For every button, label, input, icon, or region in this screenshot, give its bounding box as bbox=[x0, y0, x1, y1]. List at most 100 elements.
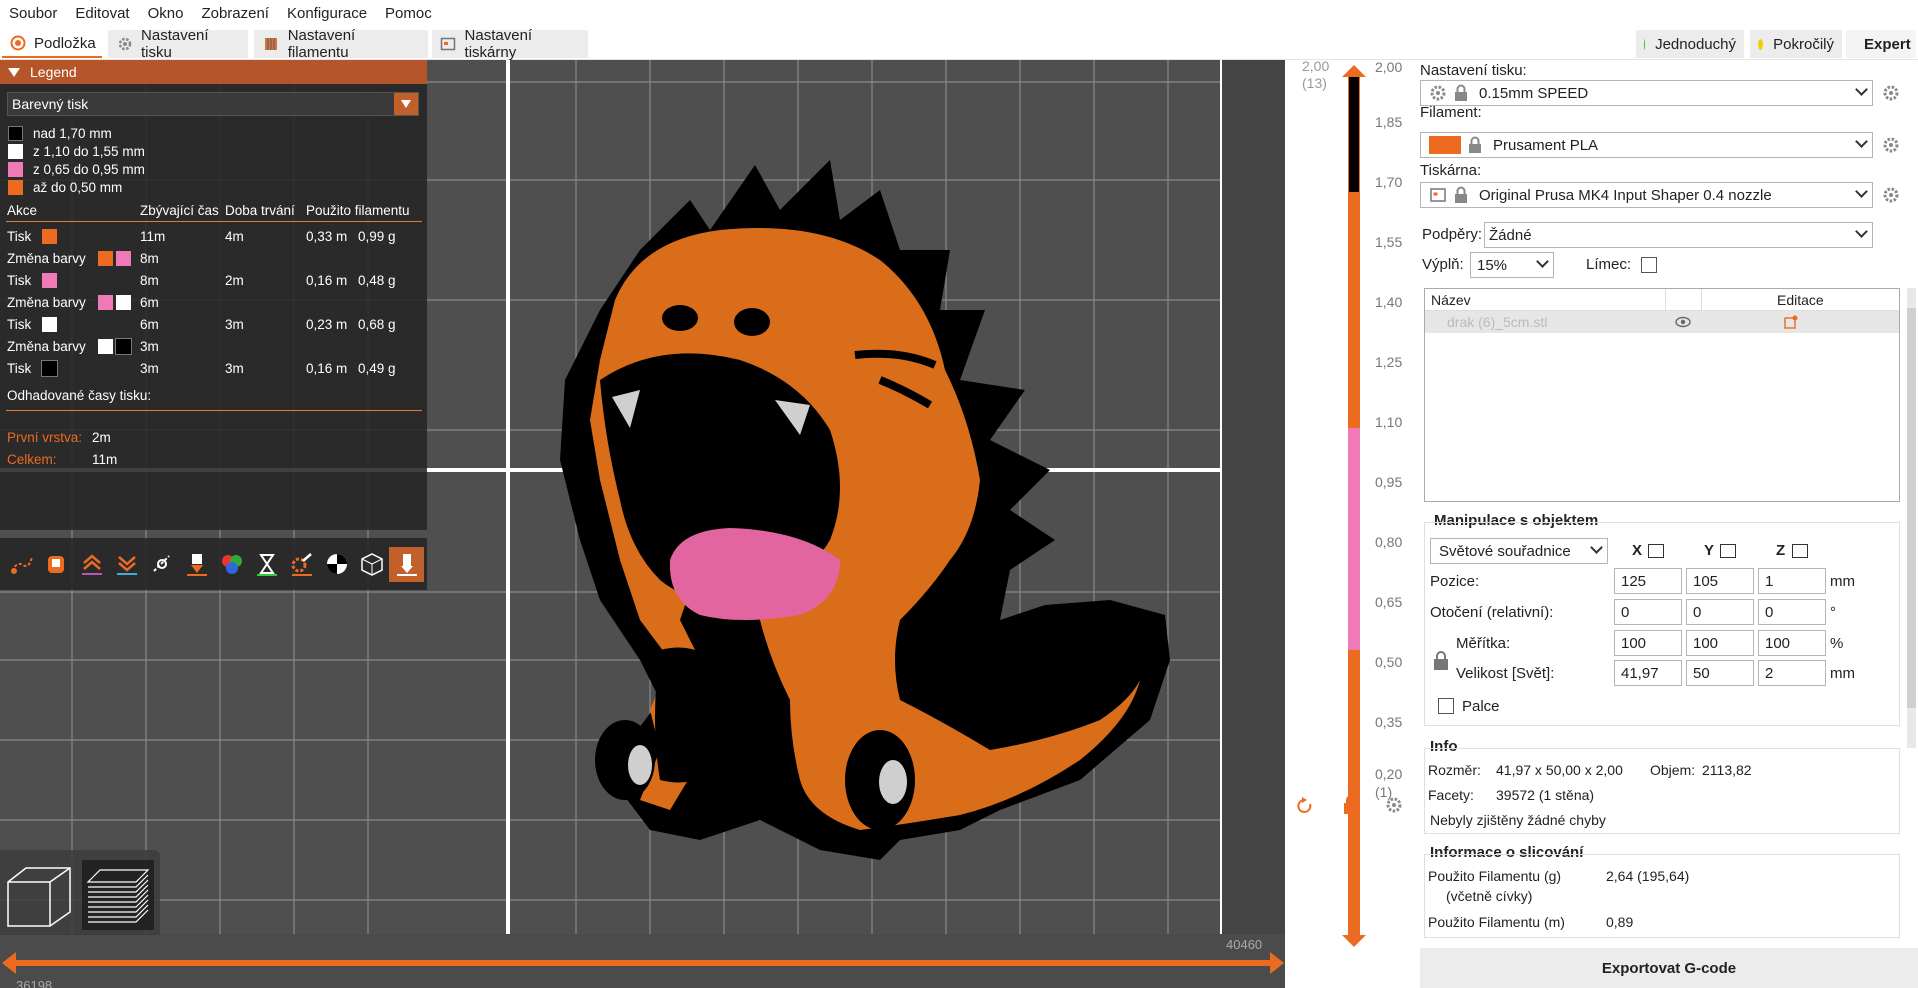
scale-x-input[interactable]: 100 bbox=[1614, 630, 1682, 656]
size-x-input[interactable]: 41,97 bbox=[1614, 660, 1682, 686]
custom-gcodes-icon[interactable] bbox=[284, 547, 319, 582]
drop-to-bed-icon[interactable] bbox=[1792, 544, 1808, 558]
height-tick: 1,25 bbox=[1375, 354, 1403, 370]
object-name: drak (6)_5cm.stl bbox=[1447, 314, 1548, 330]
move-end-value: 40460 bbox=[1226, 937, 1263, 952]
pause-prints-icon[interactable] bbox=[249, 547, 284, 582]
sidebar-scrollbar[interactable] bbox=[1907, 288, 1916, 748]
slider-thumb-left[interactable] bbox=[2, 952, 16, 974]
eye-icon[interactable] bbox=[1675, 315, 1691, 329]
supports-select[interactable]: Žádné bbox=[1484, 222, 1873, 248]
wipe-icon[interactable] bbox=[39, 547, 74, 582]
menu-editovat[interactable]: Editovat bbox=[66, 0, 138, 28]
filament-edit-icon[interactable] bbox=[1882, 136, 1900, 154]
deretractions-icon[interactable] bbox=[109, 547, 144, 582]
scale-y-input[interactable]: 100 bbox=[1686, 630, 1754, 656]
view-type-value: Barevný tisk bbox=[12, 96, 89, 112]
brim-checkbox[interactable] bbox=[1641, 257, 1657, 273]
color-changes-icon[interactable] bbox=[214, 547, 249, 582]
3d-view[interactable]: Legend Barevný tisk nad 1,70 mm z 1,10 d… bbox=[0, 60, 1420, 988]
position-y-input[interactable]: 105 bbox=[1686, 568, 1754, 594]
printer-icon bbox=[440, 35, 457, 53]
seams-icon[interactable] bbox=[144, 547, 179, 582]
row-remaining: 3m bbox=[140, 339, 159, 354]
shells-icon[interactable] bbox=[354, 547, 389, 582]
cog-icon[interactable] bbox=[1385, 796, 1403, 814]
lower-thumb-icon[interactable] bbox=[1341, 934, 1367, 948]
tab-label: Nastavení tiskárny bbox=[464, 27, 533, 61]
view-mode-switcher bbox=[0, 850, 160, 935]
edit-object-icon[interactable] bbox=[1783, 314, 1799, 330]
position-label: Pozice: bbox=[1430, 573, 1480, 590]
object-row[interactable]: drak (6)_5cm.stl bbox=[1425, 311, 1899, 333]
mode-advanced-button[interactable]: Pokročilý bbox=[1750, 30, 1842, 58]
slider-thumb-right[interactable] bbox=[1270, 952, 1284, 974]
mode-expert-button[interactable]: Expert bbox=[1846, 30, 1916, 58]
tool-marker-icon[interactable] bbox=[389, 546, 424, 582]
layer-slider[interactable]: 2,00 (13) 2,00 1,85 1,70 1,55 1,40 1,25 … bbox=[1285, 60, 1420, 988]
range-label: z 0,65 do 0,95 mm bbox=[33, 161, 145, 177]
legend-range-item: nad 1,70 mm bbox=[8, 124, 112, 142]
rotation-x-input[interactable]: 0 bbox=[1614, 599, 1682, 625]
height-tick: 0,80 bbox=[1375, 534, 1403, 550]
tab-print-settings[interactable]: Nastavení tisku bbox=[108, 27, 248, 61]
view-type-select[interactable]: Barevný tisk bbox=[7, 92, 419, 116]
volume-label: Objem: bbox=[1650, 762, 1696, 778]
filament-color-swatch[interactable] bbox=[1429, 136, 1461, 154]
position-x-input[interactable]: 125 bbox=[1614, 568, 1682, 594]
retractions-icon[interactable] bbox=[74, 547, 109, 582]
infill-select[interactable]: 15% bbox=[1470, 252, 1554, 278]
top-layer-value: (13) bbox=[1302, 75, 1327, 91]
menu-konfigurace[interactable]: Konfigurace bbox=[278, 0, 376, 28]
estimates-title: Odhadované časy tisku: bbox=[7, 388, 152, 403]
tab-filament-settings[interactable]: Nastavení filamentu bbox=[254, 27, 428, 61]
filament-combo[interactable]: Prusament PLA bbox=[1420, 132, 1873, 158]
color-swatch bbox=[8, 161, 23, 177]
upper-thumb-icon[interactable] bbox=[1341, 64, 1367, 78]
facets-value: 39572 (1 stěna) bbox=[1496, 787, 1595, 803]
3d-view-cube-icon[interactable] bbox=[6, 860, 76, 930]
drop-to-bed-icon[interactable] bbox=[1720, 544, 1736, 558]
lock-icon bbox=[1469, 136, 1481, 153]
inches-checkbox[interactable] bbox=[1438, 698, 1454, 714]
position-z-input[interactable]: 1 bbox=[1758, 568, 1826, 594]
menu-pomoc[interactable]: Pomoc bbox=[376, 0, 441, 28]
scale-unit: % bbox=[1830, 635, 1844, 652]
revert-icon[interactable] bbox=[1295, 796, 1315, 816]
printer-edit-icon[interactable] bbox=[1882, 186, 1900, 204]
row-duration: 3m bbox=[225, 361, 244, 376]
print-settings-edit-icon[interactable] bbox=[1882, 84, 1900, 102]
menu-okno[interactable]: Okno bbox=[139, 0, 193, 28]
tool-changes-icon[interactable] bbox=[179, 547, 214, 582]
size-z-input[interactable]: 2 bbox=[1758, 660, 1826, 686]
coordinates-select[interactable]: Světové souřadnice bbox=[1430, 538, 1608, 564]
export-gcode-button[interactable]: Exportovat G-code bbox=[1420, 948, 1918, 988]
horizontal-move-slider[interactable] bbox=[2, 952, 1284, 974]
drop-to-bed-icon[interactable] bbox=[1648, 544, 1664, 558]
printer-value: Original Prusa MK4 Input Shaper 0.4 nozz… bbox=[1479, 186, 1772, 204]
tab-plater[interactable]: Podložka bbox=[2, 30, 102, 58]
printer-combo[interactable]: Original Prusa MK4 Input Shaper 0.4 nozz… bbox=[1420, 182, 1873, 208]
axis-z-label: Z bbox=[1776, 542, 1786, 559]
height-tick: 1,55 bbox=[1375, 234, 1403, 250]
used-filament-g-label: Použito Filamentu (g) bbox=[1428, 868, 1562, 884]
scale-z-input[interactable]: 100 bbox=[1758, 630, 1826, 656]
infill-label: Výplň: bbox=[1422, 256, 1464, 273]
row-weight: 0,99 g bbox=[358, 229, 396, 244]
menu-zobrazeni[interactable]: Zobrazení bbox=[192, 0, 278, 28]
size-y-input[interactable]: 50 bbox=[1686, 660, 1754, 686]
legend-header[interactable]: Legend bbox=[0, 60, 427, 84]
rotation-z-input[interactable]: 0 bbox=[1758, 599, 1826, 625]
menu-soubor[interactable]: Soubor bbox=[0, 0, 66, 28]
layers-view-icon[interactable] bbox=[82, 860, 154, 930]
lock-icon[interactable] bbox=[1341, 794, 1361, 816]
center-of-gravity-icon[interactable] bbox=[319, 547, 354, 582]
chevron-down-icon bbox=[1855, 225, 1868, 238]
filament-spool-icon bbox=[262, 35, 280, 53]
print-settings-combo[interactable]: 0.15mm SPEED bbox=[1420, 80, 1873, 106]
rotation-y-input[interactable]: 0 bbox=[1686, 599, 1754, 625]
lock-scale-icon[interactable] bbox=[1432, 650, 1450, 672]
mode-simple-button[interactable]: Jednoduchý bbox=[1636, 30, 1744, 58]
tab-printer-settings[interactable]: Nastavení tiskárny bbox=[432, 27, 588, 61]
travel-icon[interactable] bbox=[4, 547, 39, 582]
